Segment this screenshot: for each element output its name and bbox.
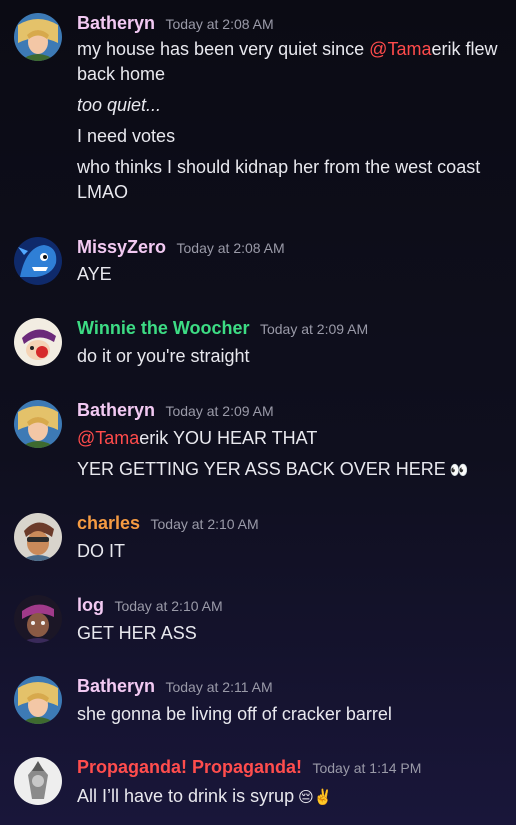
- author-name[interactable]: charles: [77, 513, 140, 533]
- batheryn-avatar-icon[interactable]: [14, 13, 62, 61]
- log-avatar-icon[interactable]: [14, 595, 62, 643]
- timestamp: Today at 1:14 PM: [312, 760, 422, 776]
- author-name[interactable]: Batheryn: [77, 13, 155, 33]
- pensive-peace-emoji-icon: 😔✌️: [298, 789, 333, 806]
- message-text: YER GETTING YER ASS BACK OVER HERE 👀: [77, 457, 507, 483]
- user-mention[interactable]: @Tama: [77, 428, 139, 448]
- missyzero-avatar-icon[interactable]: [14, 237, 62, 285]
- message-text-segment: erik flew: [431, 39, 498, 59]
- message-text-segment: YER GETTING YER ASS BACK OVER HERE: [77, 459, 446, 479]
- message-text-segment: erik YOU HEAR THAT: [139, 428, 318, 448]
- timestamp: Today at 2:11 AM: [165, 679, 273, 695]
- author-name[interactable]: Winnie the Woocher: [77, 318, 250, 338]
- message-text: I need votes: [77, 126, 176, 146]
- timestamp: Today at 2:09 AM: [165, 403, 274, 419]
- message-text: my house has been very quiet since @Tama…: [77, 37, 507, 62]
- batheryn-avatar-icon[interactable]: [14, 400, 62, 448]
- author-name[interactable]: MissyZero: [77, 237, 166, 257]
- message-text-segment: my house has been very quiet since: [77, 39, 370, 59]
- author-name[interactable]: Batheryn: [77, 400, 155, 420]
- timestamp: Today at 2:10 AM: [150, 516, 259, 532]
- message-text: who thinks I should kidnap her from the …: [77, 157, 481, 177]
- winnie-avatar-icon[interactable]: [14, 318, 62, 366]
- message-text-segment: All I’ll have to drink is syrup: [77, 786, 295, 806]
- message-text: back home: [77, 64, 166, 84]
- timestamp: Today at 2:08 AM: [165, 16, 274, 32]
- message-text: do it or you're straight: [77, 346, 250, 366]
- charles-avatar-icon[interactable]: [14, 513, 62, 561]
- timestamp: Today at 2:10 AM: [114, 598, 223, 614]
- author-name[interactable]: Propaganda! Propaganda!: [77, 757, 302, 777]
- message-text: LMAO: [77, 182, 129, 202]
- message-text: AYE: [77, 264, 112, 284]
- timestamp: Today at 2:08 AM: [176, 240, 285, 256]
- author-name[interactable]: Batheryn: [77, 676, 155, 696]
- italic-text: too quiet...: [77, 95, 162, 115]
- message-text: All I’ll have to drink is syrup 😔✌️: [77, 784, 507, 810]
- batheryn-avatar-icon[interactable]: [14, 676, 62, 724]
- timestamp: Today at 2:09 AM: [259, 321, 369, 337]
- message-text: she gonna be living off of cracker barre…: [77, 704, 392, 724]
- message-text: too quiet...: [77, 93, 507, 118]
- message-text: DO IT: [77, 541, 125, 561]
- chat-message-list: Batheryn Today at 2:08 AM my house has b…: [0, 0, 516, 825]
- user-mention[interactable]: @Tama: [369, 39, 431, 59]
- propaganda-avatar-icon[interactable]: [14, 757, 62, 805]
- author-name[interactable]: log: [77, 595, 104, 615]
- message-text: GET HER ASS: [77, 623, 197, 643]
- eyes-emoji-icon: 👀: [449, 462, 469, 479]
- message-text: @Tamaerik YOU HEAR THAT: [77, 426, 507, 451]
